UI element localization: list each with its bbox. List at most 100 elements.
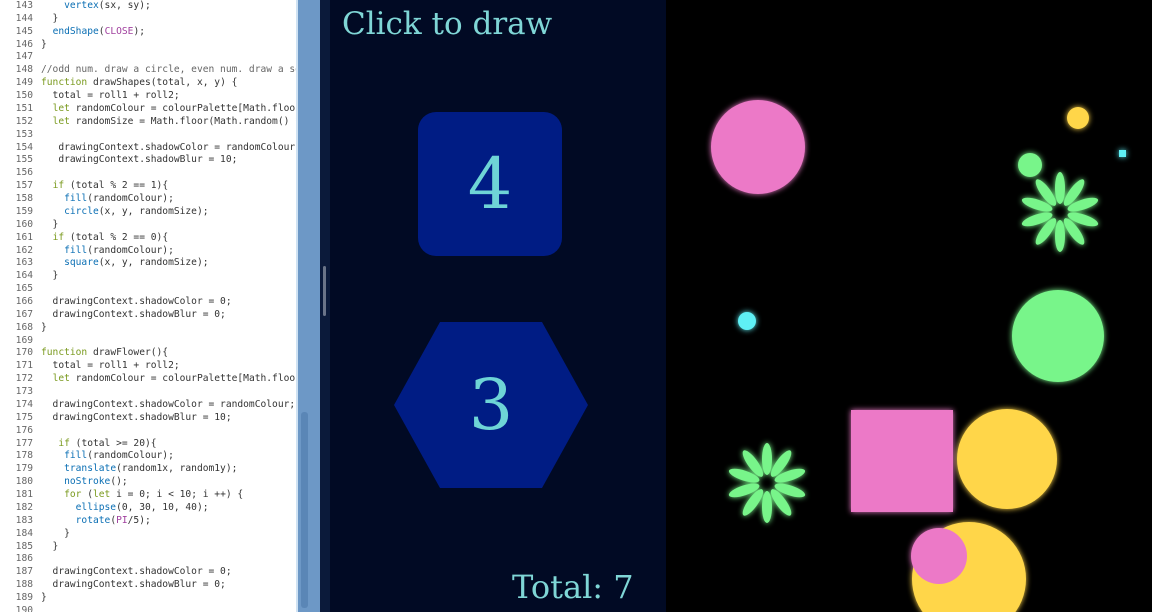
code-line[interactable]: 161 if (total % 2 == 0){: [0, 231, 298, 244]
line-number: 173: [15, 386, 33, 398]
code-line[interactable]: 183 rotate(PI/5);: [0, 514, 298, 527]
line-number: 161: [15, 231, 33, 243]
code-line[interactable]: 165: [0, 282, 298, 295]
code-line[interactable]: 162 fill(randomColour);: [0, 244, 298, 257]
code-text: square(x, y, randomSize);: [64, 257, 209, 269]
code-line[interactable]: 175 drawingContext.shadowBlur = 10;: [0, 411, 298, 424]
flower-petal: [1055, 172, 1065, 204]
editor-scroll-thumb[interactable]: [301, 412, 308, 608]
code-line[interactable]: 159 circle(x, y, randomSize);: [0, 205, 298, 218]
line-number: 187: [15, 566, 33, 578]
code-line[interactable]: 189}: [0, 591, 298, 604]
code-text: noStroke();: [64, 476, 128, 488]
code-line[interactable]: 180 noStroke();: [0, 475, 298, 488]
line-number: 185: [15, 540, 33, 552]
code-line[interactable]: 179 translate(random1x, random1y);: [0, 462, 298, 475]
line-number: 160: [15, 218, 33, 230]
code-line[interactable]: 166 drawingContext.shadowColor = 0;: [0, 295, 298, 308]
code-text: }: [41, 527, 70, 539]
line-number: 188: [15, 579, 33, 591]
code-text: }: [41, 12, 59, 24]
code-line[interactable]: 154 drawingContext.shadowColor = randomC…: [0, 141, 298, 154]
code-line[interactable]: 178 fill(randomColour);: [0, 449, 298, 462]
code-line[interactable]: 176: [0, 424, 298, 437]
code-line[interactable]: 186: [0, 552, 298, 565]
code-line[interactable]: 149 function drawShapes(total, x, y) {: [0, 76, 298, 89]
line-number: 168: [15, 321, 33, 333]
line-number: 167: [15, 308, 33, 320]
code-line[interactable]: 182 ellipse(0, 30, 10, 40);: [0, 501, 298, 514]
code-line[interactable]: 171 total = roll1 + roll2;: [0, 359, 298, 372]
line-number: 182: [15, 501, 33, 513]
code-text: }: [41, 592, 47, 604]
code-line[interactable]: 168}: [0, 321, 298, 334]
code-text: drawingContext.shadowBlur = 10;: [41, 411, 232, 423]
code-line[interactable]: 148 //odd num. draw a circle, even num. d…: [0, 63, 298, 76]
code-text: }: [41, 38, 47, 50]
line-number: 184: [15, 527, 33, 539]
code-text: if (total % 2 == 1){: [52, 180, 169, 192]
code-line[interactable]: 177 if (total >= 20){: [0, 437, 298, 450]
code-line[interactable]: 174 drawingContext.shadowColor = randomC…: [0, 398, 298, 411]
code-line[interactable]: 143 vertex(sx, sy);: [0, 0, 298, 12]
cyan-square: [1119, 150, 1126, 157]
green-circle: [1018, 153, 1042, 177]
line-number: 178: [15, 450, 33, 462]
cyan-circle: [738, 312, 756, 330]
code-line[interactable]: 187 drawingContext.shadowColor = 0;: [0, 565, 298, 578]
code-line[interactable]: 150 total = roll1 + roll2;: [0, 89, 298, 102]
code-line[interactable]: 164 }: [0, 269, 298, 282]
line-number: 164: [15, 270, 33, 282]
code-text: fill(randomColour);: [64, 244, 174, 256]
code-text: let randomSize = Math.floor(Math.random(…: [52, 115, 298, 127]
code-editor[interactable]: 143 vertex(sx, sy); 144 } 145 endShape(CLO…: [0, 0, 298, 612]
code-line[interactable]: 167 drawingContext.shadowBlur = 0;: [0, 308, 298, 321]
code-line[interactable]: 156: [0, 166, 298, 179]
code-line[interactable]: 155 drawingContext.shadowBlur = 10;: [0, 153, 298, 166]
line-number: 163: [15, 257, 33, 269]
line-number: 177: [15, 437, 33, 449]
code-line[interactable]: 185 }: [0, 540, 298, 553]
code-line[interactable]: 172 let randomColour = colourPalette[Mat…: [0, 372, 298, 385]
code-line[interactable]: 181 for (let i = 0; i < 10; i ++) {: [0, 488, 298, 501]
line-number: 162: [15, 244, 33, 256]
yellow-circle: [957, 409, 1057, 509]
code-text: total = roll1 + roll2;: [41, 360, 180, 372]
code-text: if (total >= 20){: [58, 437, 157, 449]
code-text: drawingContext.shadowColor = randomColou…: [41, 398, 296, 410]
code-text: if (total % 2 == 0){: [52, 231, 169, 243]
code-line[interactable]: 158 fill(randomColour);: [0, 192, 298, 205]
code-line[interactable]: 146}: [0, 38, 298, 51]
code-line[interactable]: 144 }: [0, 12, 298, 25]
code-line[interactable]: 173: [0, 385, 298, 398]
code-line[interactable]: 152 let randomSize = Math.floor(Math.ran…: [0, 115, 298, 128]
code-text: drawingContext.shadowBlur = 0;: [41, 308, 226, 320]
code-text: fill(randomColour);: [64, 193, 174, 205]
code-line[interactable]: 151 let randomColour = colourPalette[Mat…: [0, 102, 298, 115]
code-line[interactable]: 153: [0, 128, 298, 141]
die2-value: 3: [468, 364, 514, 446]
code-text: endShape(CLOSE);: [52, 25, 146, 37]
code-line[interactable]: 170 function drawFlower(){: [0, 346, 298, 359]
code-text: rotate(PI/5);: [75, 514, 151, 526]
code-line[interactable]: 184 }: [0, 527, 298, 540]
code-line[interactable]: 188 drawingContext.shadowBlur = 0;: [0, 578, 298, 591]
code-line[interactable]: 147: [0, 50, 298, 63]
line-number: 183: [15, 514, 33, 526]
code-line[interactable]: 163 square(x, y, randomSize);: [0, 256, 298, 269]
resize-handle[interactable]: [323, 266, 326, 316]
line-number: 176: [15, 424, 33, 436]
code-line[interactable]: 145 endShape(CLOSE);: [0, 25, 298, 38]
line-number: 156: [15, 167, 33, 179]
code-text: }: [41, 270, 59, 282]
code-line[interactable]: 160 }: [0, 218, 298, 231]
sketch-preview-panel[interactable]: [330, 0, 666, 612]
line-number: 170: [15, 347, 33, 359]
code-line[interactable]: 169: [0, 334, 298, 347]
drawing-canvas[interactable]: [666, 0, 1152, 612]
code-line[interactable]: 190: [0, 604, 298, 612]
yellow-circle: [1067, 107, 1089, 129]
code-text: drawingContext.shadowColor = 0;: [41, 296, 232, 307]
code-line[interactable]: 157 if (total % 2 == 1){: [0, 179, 298, 192]
line-number: 190: [15, 604, 33, 612]
